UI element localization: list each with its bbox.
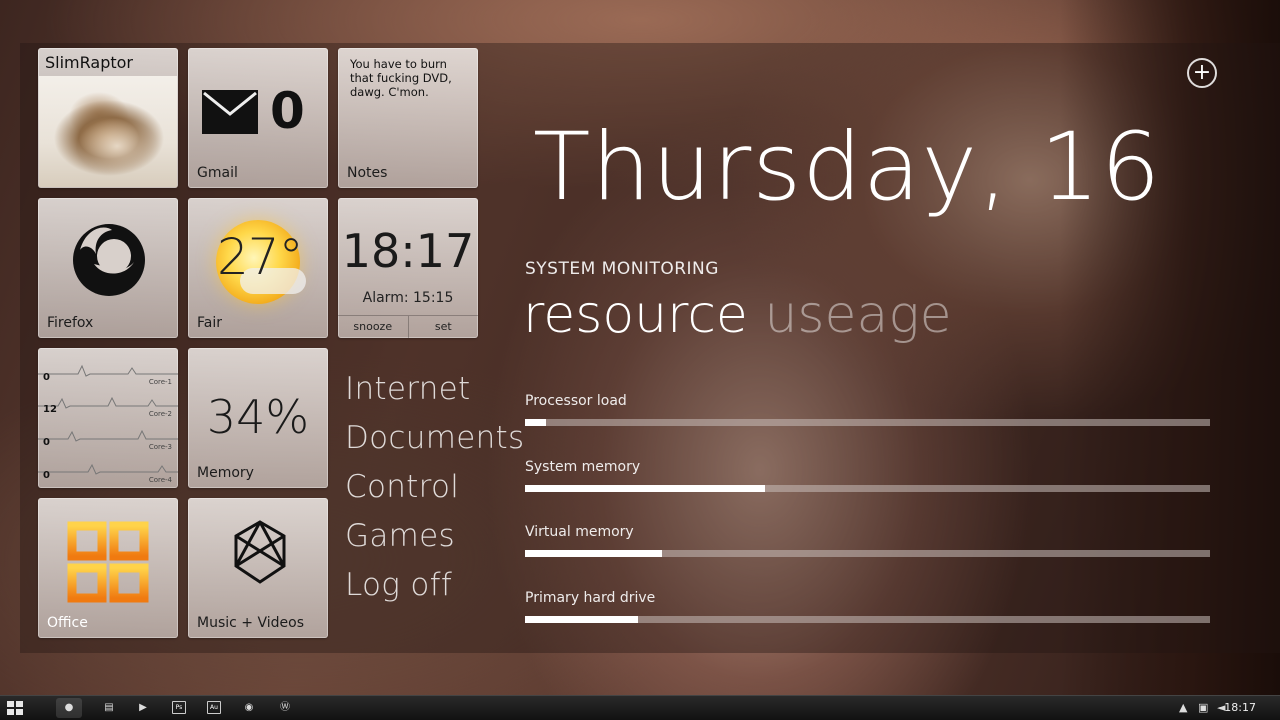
alarm-controls: snooze set bbox=[338, 315, 478, 338]
nav-documents[interactable]: Documents bbox=[345, 420, 524, 456]
processor-meter bbox=[525, 419, 1210, 426]
folder-icon: ▤ bbox=[104, 702, 114, 713]
firefox-icon bbox=[73, 224, 145, 296]
meter-fill bbox=[525, 485, 765, 492]
firefox-tile[interactable]: Firefox bbox=[38, 198, 178, 338]
meter-label: System memory bbox=[525, 459, 641, 475]
start-button[interactable] bbox=[4, 698, 26, 718]
taskbar-wordpress-button[interactable]: Ⓦ bbox=[272, 698, 298, 718]
notes-tile[interactable]: You have to burn that fucking DVD, dawg.… bbox=[338, 48, 478, 188]
taskbar-audition-button[interactable]: Au bbox=[201, 698, 227, 718]
plus-icon: + bbox=[1192, 60, 1212, 85]
photoshop-icon: Ps bbox=[172, 700, 186, 714]
cpu-tile[interactable]: 0 Core-1 12 Core-2 0 Core-3 0 Core-4 bbox=[38, 348, 178, 488]
taskbar-clock[interactable]: 18:17 bbox=[1224, 696, 1256, 720]
memory-percent: 34% bbox=[206, 390, 310, 444]
memory-label: Memory bbox=[197, 465, 254, 481]
clock-time: 18:17 bbox=[341, 224, 475, 278]
zune-icon bbox=[234, 520, 286, 584]
gmail-unread-count: 0 bbox=[270, 82, 305, 140]
meter-label: Primary hard drive bbox=[525, 590, 656, 606]
firefox-icon: ● bbox=[64, 702, 74, 713]
core-name: Core-1 bbox=[148, 378, 172, 386]
taskbar-media-player-button[interactable]: ▶ bbox=[130, 698, 156, 718]
alarm-clock-tile[interactable]: 18:17 Alarm: 15:15 snooze set bbox=[338, 198, 478, 338]
nav-games[interactable]: Games bbox=[345, 518, 455, 554]
meter-fill bbox=[525, 616, 639, 623]
chrome-icon: ◉ bbox=[244, 702, 254, 713]
gmail-tile[interactable]: 0 Gmail bbox=[188, 48, 328, 188]
tray-expand-icon[interactable]: ▲ bbox=[1179, 696, 1187, 720]
weather-temperature: 27° bbox=[217, 228, 304, 286]
meter-label: Virtual memory bbox=[525, 524, 634, 540]
monitor-title-main: resource bbox=[523, 285, 748, 345]
taskbar: ● ▤ ▶ Ps Au ◉ Ⓦ ▲ ▣ ◄ 18:17 bbox=[0, 695, 1280, 720]
wordpress-icon: Ⓦ bbox=[280, 702, 290, 713]
hard-drive-meter bbox=[525, 616, 1210, 623]
alarm-time-label: Alarm: 15:15 bbox=[362, 290, 454, 306]
core-value: 0 bbox=[43, 437, 50, 448]
firefox-label: Firefox bbox=[47, 315, 94, 331]
meter-fill bbox=[525, 550, 662, 557]
music-videos-tile[interactable]: Music + Videos bbox=[188, 498, 328, 638]
taskbar-explorer-button[interactable]: ▤ bbox=[96, 698, 122, 718]
cpu-core-row: 0 Core-1 bbox=[38, 354, 178, 386]
cpu-core-row: 0 Core-3 bbox=[38, 419, 178, 451]
monitor-title: resource useage bbox=[523, 285, 952, 345]
nav-internet[interactable]: Internet bbox=[345, 371, 471, 407]
core-value: 12 bbox=[43, 404, 57, 415]
gmail-label: Gmail bbox=[197, 165, 238, 181]
core-name: Core-4 bbox=[148, 476, 172, 484]
virtual-memory-meter bbox=[525, 550, 1210, 557]
add-button[interactable]: + bbox=[1187, 58, 1217, 88]
taskbar-chrome-button[interactable]: ◉ bbox=[236, 698, 262, 718]
set-alarm-button[interactable]: set bbox=[409, 316, 479, 338]
profile-picture bbox=[39, 76, 177, 187]
system-memory-meter bbox=[525, 485, 1210, 492]
memory-tile[interactable]: 34% Memory bbox=[188, 348, 328, 488]
play-icon: ▶ bbox=[139, 702, 147, 713]
mail-icon bbox=[202, 90, 258, 134]
music-videos-label: Music + Videos bbox=[197, 615, 304, 631]
note-text: You have to burn that fucking DVD, dawg.… bbox=[350, 57, 452, 99]
snooze-button[interactable]: snooze bbox=[338, 316, 409, 338]
office-tile[interactable]: Office bbox=[38, 498, 178, 638]
monitor-title-dim: useage bbox=[764, 285, 952, 345]
cpu-core-row: 12 Core-2 bbox=[38, 386, 178, 418]
core-value: 0 bbox=[43, 470, 50, 481]
core-name: Core-2 bbox=[148, 410, 172, 418]
nav-control[interactable]: Control bbox=[345, 469, 459, 505]
taskbar-firefox-button[interactable]: ● bbox=[56, 698, 82, 718]
profile-name: SlimRaptor bbox=[45, 53, 133, 72]
core-name: Core-3 bbox=[148, 443, 172, 451]
monitor-heading: SYSTEM MONITORING bbox=[525, 259, 719, 279]
weather-condition: Fair bbox=[197, 315, 222, 331]
profile-tile[interactable]: SlimRaptor bbox=[38, 48, 178, 188]
meter-label: Processor load bbox=[525, 393, 627, 409]
meter-fill bbox=[525, 419, 546, 426]
notes-label: Notes bbox=[347, 165, 388, 181]
cpu-core-row: 0 Core-4 bbox=[38, 452, 178, 484]
network-icon[interactable]: ▣ bbox=[1198, 696, 1208, 720]
audition-icon: Au bbox=[207, 700, 221, 714]
nav-log-off[interactable]: Log off bbox=[345, 567, 452, 603]
office-label: Office bbox=[47, 615, 88, 631]
office-icon bbox=[67, 521, 149, 603]
date-display: Thursday, 16 bbox=[533, 113, 1162, 222]
weather-tile[interactable]: 27° Fair bbox=[188, 198, 328, 338]
core-value: 0 bbox=[43, 372, 50, 383]
taskbar-photoshop-button[interactable]: Ps bbox=[166, 698, 192, 718]
